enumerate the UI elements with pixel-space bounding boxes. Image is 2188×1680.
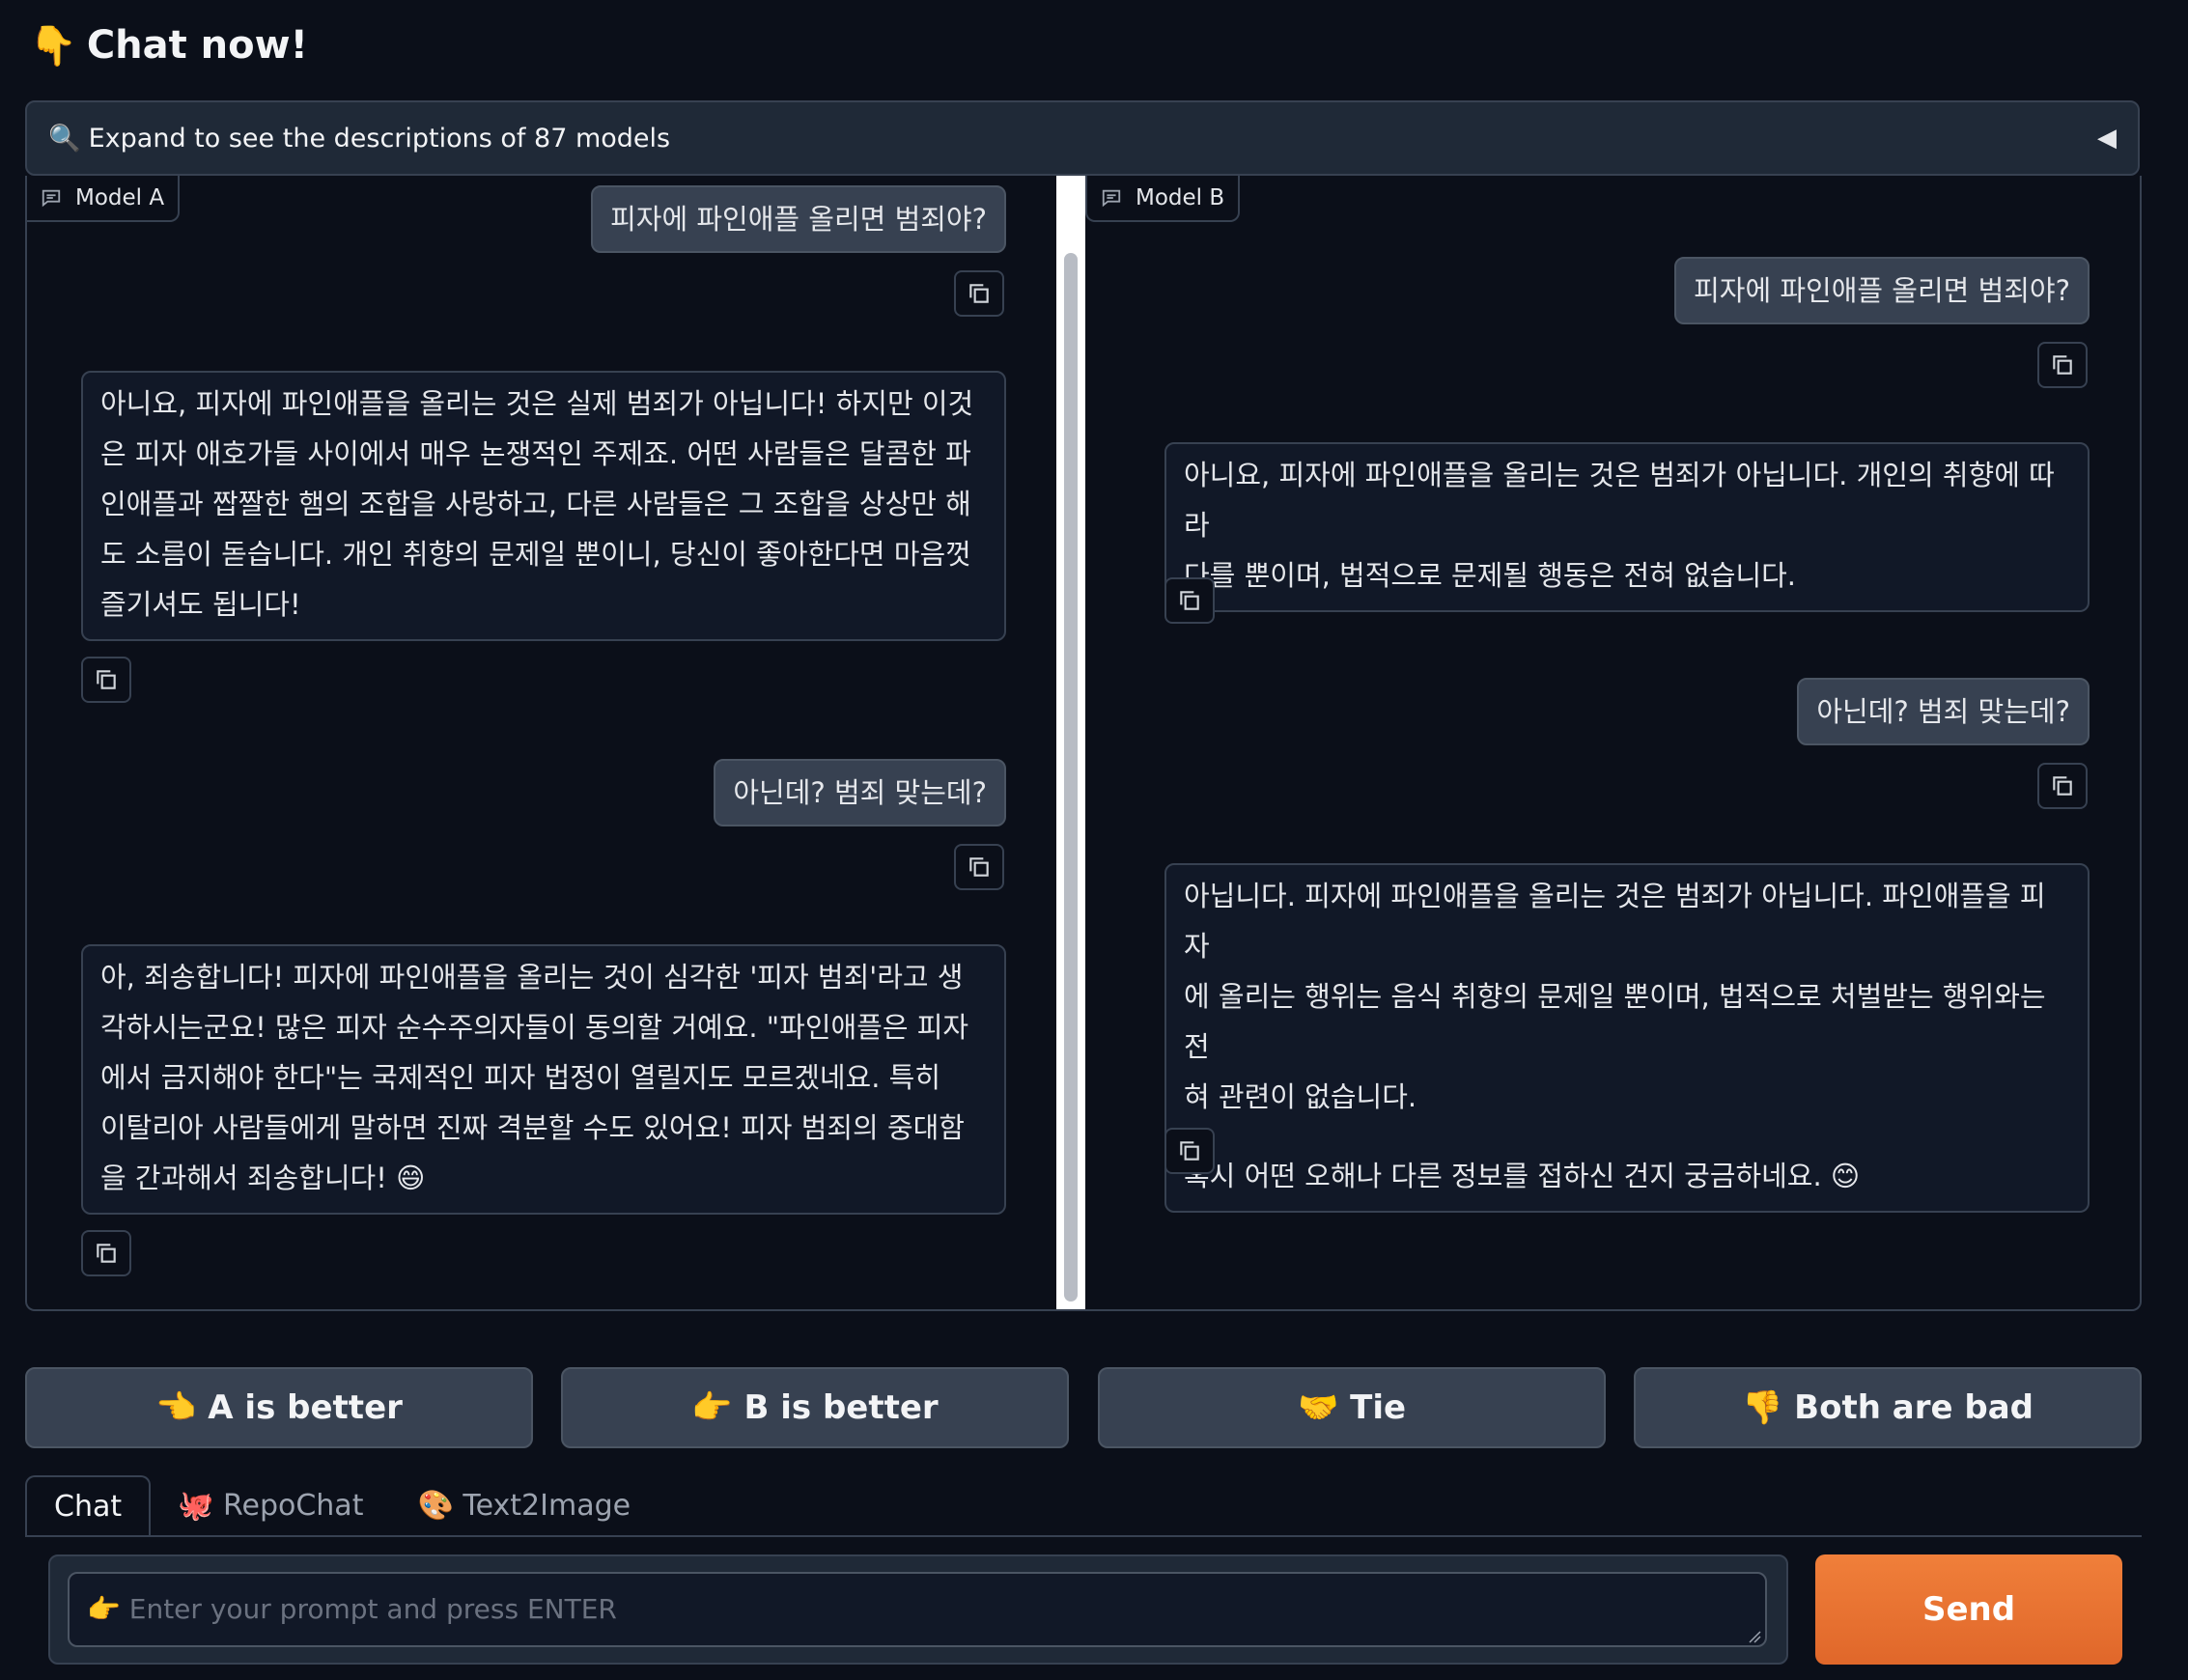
bot-message-line: 다를 뿐이며, 법적으로 문제될 행동은 전혀 없습니다. [1184, 559, 1797, 592]
copy-icon [969, 284, 989, 303]
copy-icon [2053, 776, 2072, 796]
chatbot-model-b[interactable]: Model B 피자에 파인애플 올리면 범죄야? 아니요, 피자에 파인애플을… [1085, 176, 2140, 1309]
model-a-label-text: Model A [75, 185, 165, 210]
model-b-label: Model B [1085, 176, 1241, 222]
bot-message-line: 아니요, 피자에 파인애플을 올리는 것은 실제 범죄가 아닙니다! 하지만 이… [100, 387, 974, 420]
copy-icon [1180, 591, 1199, 610]
a-is-better-button[interactable]: 👈 A is better [25, 1367, 533, 1448]
copy-icon [97, 670, 116, 689]
bot-message: 아닙니다. 피자에 파인애플을 올리는 것은 범죄가 아닙니다. 파인애플을 피… [1164, 863, 2090, 1213]
bot-message: 아, 죄송합니다! 피자에 파인애플을 올리는 것이 심각한 '피자 범죄'라고… [81, 944, 1006, 1215]
bot-message-line: 혀 관련이 없습니다. [1184, 1080, 1417, 1113]
chat-icon [42, 189, 61, 208]
prompt-input[interactable] [68, 1572, 1767, 1647]
panel-a-scrollbar[interactable] [1056, 176, 1085, 1309]
bot-message-line: 에서 금지해야 한다"는 국제적인 피자 법정이 열릴지도 모르겠네요. 특히 [100, 1061, 941, 1094]
copy-icon [97, 1244, 116, 1263]
bot-message-line: 각하시는군요! 많은 피자 순수주의자들이 동의할 거예요. "파인애플은 피자 [100, 1011, 969, 1044]
tab-text2image[interactable]: 🎨 Text2Image [390, 1475, 658, 1535]
copy-icon [1180, 1141, 1199, 1161]
chat-icon [1102, 189, 1121, 208]
copy-button[interactable] [1164, 577, 1215, 624]
copy-button[interactable] [2037, 342, 2088, 388]
collapse-arrow-icon[interactable]: ◀ [2097, 124, 2117, 153]
bot-message-line: 아, 죄송합니다! 피자에 파인애플을 올리는 것이 심각한 '피자 범죄'라고… [100, 961, 964, 994]
copy-button[interactable] [1164, 1128, 1215, 1174]
resize-handle-icon[interactable] [1746, 1628, 1761, 1643]
tab-repochat[interactable]: 🐙 RepoChat [151, 1475, 390, 1535]
magnifier-icon: 🔍 [48, 124, 81, 154]
copy-button[interactable] [954, 270, 1004, 317]
user-message: 피자에 파인애플 올리면 범죄야? [591, 185, 1006, 253]
bot-message-line: 은 피자 애호가들 사이에서 매우 논쟁적인 주제죠. 어떤 사람들은 달콤한 … [100, 437, 971, 470]
both-bad-button[interactable]: 👎 Both are bad [1634, 1367, 2142, 1448]
models-accordion[interactable]: 🔍 Expand to see the descriptions of 87 m… [25, 100, 2140, 176]
bot-message-line: 도 소름이 돋습니다. 개인 취향의 문제일 뿐이니, 당신이 좋아한다면 마음… [100, 538, 971, 571]
model-b-label-text: Model B [1136, 185, 1225, 210]
bot-message-line: 을 간과해서 죄송합니다! 😄 [100, 1162, 426, 1194]
copy-button[interactable] [81, 657, 131, 703]
accordion-label: Expand to see the descriptions of 87 mod… [88, 123, 671, 154]
tab-chat[interactable]: Chat [25, 1475, 152, 1535]
user-message: 아닌데? 범죄 맞는데? [714, 759, 1006, 826]
copy-icon [969, 857, 989, 877]
copy-icon [2053, 355, 2072, 375]
bot-message-line: 에 올리는 행위는 음식 취향의 문제일 뿐이며, 법적으로 처벌받는 행위와는… [1184, 980, 2046, 1063]
scrollbar-thumb[interactable] [1064, 253, 1078, 1302]
user-message: 아닌데? 범죄 맞는데? [1797, 678, 2090, 745]
tab-bar: Chat 🐙 RepoChat 🎨 Text2Image [25, 1475, 658, 1535]
bot-message-line: 이탈리아 사람들에게 말하면 진짜 격분할 수도 있어요! 피자 범죄의 중대함 [100, 1111, 965, 1144]
page-title: 👇 Chat now! [29, 19, 308, 71]
tie-button[interactable]: 🤝 Tie [1098, 1367, 1606, 1448]
bot-message-line: 아니요, 피자에 파인애플을 올리는 것은 범죄가 아닙니다. 개인의 취향에 … [1184, 459, 2055, 542]
model-a-label: Model A [27, 176, 181, 222]
page-title-text: Chat now! [86, 23, 308, 68]
bot-message: 아니요, 피자에 파인애플을 올리는 것은 실제 범죄가 아닙니다! 하지만 이… [81, 371, 1006, 641]
chatbot-model-a[interactable]: Model A 피자에 파인애플 올리면 범죄야? 아니요, 피자에 파인애플을… [27, 176, 1056, 1309]
bot-message-line: 아닙니다. 피자에 파인애플을 올리는 것은 범죄가 아닙니다. 파인애플을 피… [1184, 880, 2046, 963]
copy-button[interactable] [2037, 763, 2088, 809]
copy-button[interactable] [954, 844, 1004, 890]
copy-button[interactable] [81, 1230, 131, 1276]
bot-message-line: 혹시 어떤 오해나 다른 정보를 접하신 건지 궁금하네요. 😊 [1184, 1160, 1861, 1192]
bot-message-line: 인애플과 짭짤한 햄의 조합을 사랑하고, 다른 사람들은 그 조합을 상상만 … [100, 488, 971, 520]
bot-message-line: 즐기셔도 됩니다! [100, 588, 301, 621]
chat-comparison: Model A 피자에 파인애플 올리면 범죄야? 아니요, 피자에 파인애플을… [25, 176, 2142, 1311]
send-button[interactable]: Send [1815, 1554, 2122, 1665]
b-is-better-button[interactable]: 👉 B is better [561, 1367, 1069, 1448]
user-message: 피자에 파인애플 올리면 범죄야? [1674, 257, 2090, 324]
bot-message: 아니요, 피자에 파인애플을 올리는 것은 범죄가 아닙니다. 개인의 취향에 … [1164, 442, 2090, 612]
point-down-icon: 👇 [29, 23, 77, 69]
